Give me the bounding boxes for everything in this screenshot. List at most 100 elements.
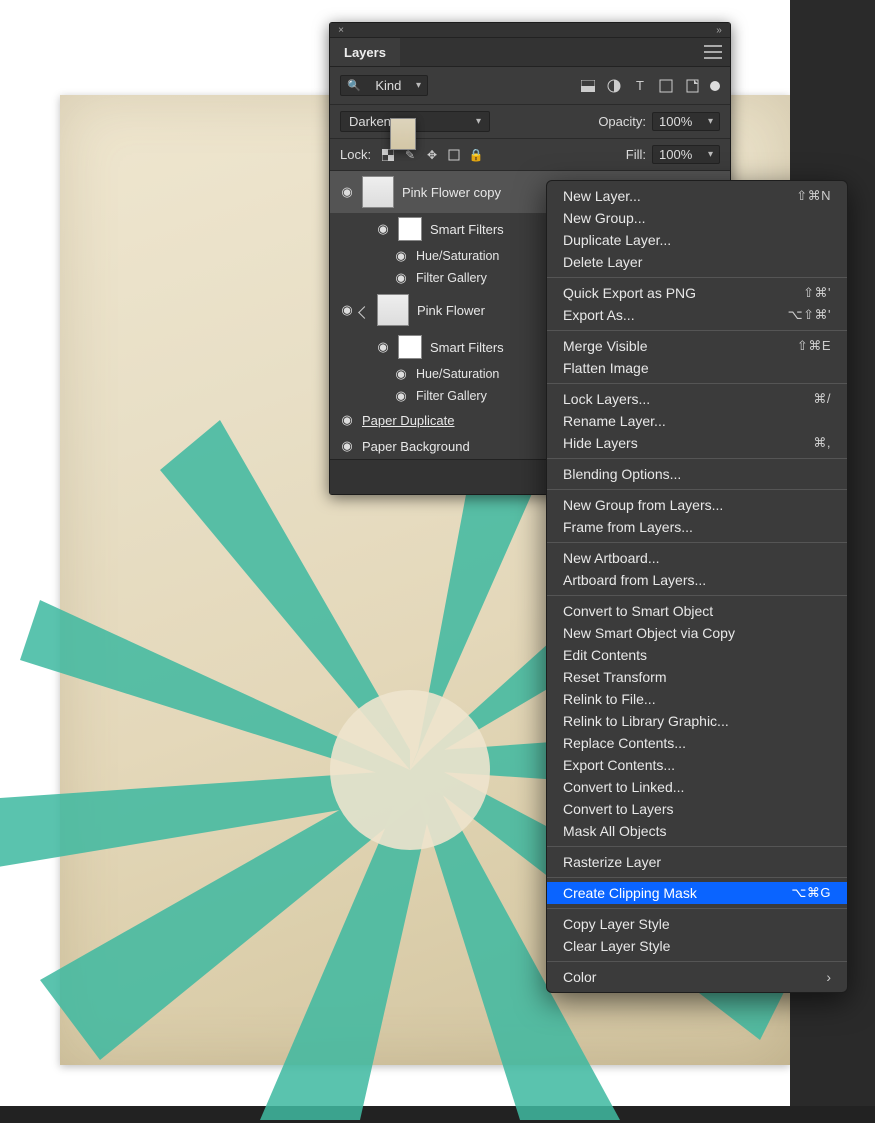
fill-label: Fill:: [626, 147, 646, 162]
fill-value: 100%: [659, 147, 692, 162]
menu-item-label: Relink to Library Graphic...: [563, 713, 729, 729]
menu-item-label: New Smart Object via Copy: [563, 625, 735, 641]
menu-item-label: New Group from Layers...: [563, 497, 723, 513]
menu-item-label: Delete Layer: [563, 254, 642, 270]
layer-name[interactable]: Pink Flower: [417, 303, 485, 318]
menu-item[interactable]: New Artboard...: [547, 547, 847, 569]
menu-item[interactable]: Relink to File...: [547, 688, 847, 710]
chevron-down-icon: ▾: [416, 80, 421, 91]
menu-item[interactable]: Copy Layer Style: [547, 913, 847, 935]
visibility-eye-icon[interactable]: ◉: [340, 438, 354, 454]
menu-item-label: Reset Transform: [563, 669, 666, 685]
menu-item[interactable]: Color›: [547, 966, 847, 988]
menu-item[interactable]: Export Contents...: [547, 754, 847, 776]
layer-thumbnail[interactable]: [362, 176, 394, 208]
layer-name[interactable]: Pink Flower copy: [402, 185, 501, 200]
layer-thumbnail[interactable]: [390, 118, 416, 150]
smart-filters-label: Smart Filters: [430, 222, 504, 237]
fill-field[interactable]: 100% ▾: [652, 145, 720, 164]
menu-item[interactable]: Mask All Objects: [547, 820, 847, 842]
menu-item[interactable]: Flatten Image: [547, 357, 847, 379]
menu-item[interactable]: Frame from Layers...: [547, 516, 847, 538]
visibility-eye-icon[interactable]: ◉: [394, 366, 408, 382]
menu-shortcut: ⇧⌘E: [797, 338, 831, 354]
collapse-panel-icon[interactable]: »: [714, 25, 724, 35]
menu-item[interactable]: New Smart Object via Copy: [547, 622, 847, 644]
filter-pixel-icon[interactable]: [580, 78, 596, 94]
menu-item-label: Replace Contents...: [563, 735, 686, 751]
menu-item[interactable]: New Group...: [547, 207, 847, 229]
panel-menu-icon[interactable]: [704, 45, 722, 59]
menu-separator: [547, 846, 847, 847]
panel-titlebar[interactable]: × »: [330, 23, 730, 38]
tab-layers[interactable]: Layers: [330, 38, 400, 66]
menu-item-label: Create Clipping Mask: [563, 885, 697, 901]
menu-item-label: Rename Layer...: [563, 413, 666, 429]
menu-item-label: Merge Visible: [563, 338, 648, 354]
menu-item[interactable]: Lock Layers...⌘/: [547, 388, 847, 410]
layer-name[interactable]: Paper Background: [362, 439, 470, 454]
filter-kind-select[interactable]: 🔍 Kind ▾: [340, 75, 428, 96]
filter-mask-thumbnail[interactable]: [398, 335, 422, 359]
menu-item[interactable]: Convert to Linked...: [547, 776, 847, 798]
menu-item[interactable]: New Group from Layers...: [547, 494, 847, 516]
menu-separator: [547, 595, 847, 596]
menu-item[interactable]: Export As...⌥⇧⌘': [547, 304, 847, 326]
menu-item-label: New Layer...: [563, 188, 641, 204]
menu-item[interactable]: Create Clipping Mask⌥⌘G: [547, 882, 847, 904]
menu-item[interactable]: New Layer...⇧⌘N: [547, 185, 847, 207]
layer-filter-row: 🔍 Kind ▾ T: [330, 67, 730, 105]
menu-item[interactable]: Rename Layer...: [547, 410, 847, 432]
layer-thumbnail[interactable]: [377, 294, 409, 326]
visibility-eye-icon[interactable]: ◉: [376, 339, 390, 355]
menu-item[interactable]: Replace Contents...: [547, 732, 847, 754]
menu-item[interactable]: Reset Transform: [547, 666, 847, 688]
menu-item[interactable]: Hide Layers⌘,: [547, 432, 847, 454]
menu-item[interactable]: Merge Visible ⇧⌘E: [547, 335, 847, 357]
menu-item-label: Convert to Smart Object: [563, 603, 713, 619]
opacity-field[interactable]: 100% ▾: [652, 112, 720, 131]
lock-all-icon[interactable]: 🔒: [469, 148, 483, 162]
filter-toggle-icon[interactable]: [710, 81, 720, 91]
search-icon: 🔍: [347, 79, 361, 92]
menu-item[interactable]: Relink to Library Graphic...: [547, 710, 847, 732]
blend-mode-value: Darken: [349, 114, 391, 129]
menu-separator: [547, 542, 847, 543]
menu-separator: [547, 961, 847, 962]
clipping-indicator-icon: [358, 306, 371, 319]
menu-item[interactable]: Rasterize Layer: [547, 851, 847, 873]
menu-item[interactable]: Convert to Layers: [547, 798, 847, 820]
menu-item-label: Edit Contents: [563, 647, 647, 663]
menu-shortcut: ⌘,: [813, 435, 831, 451]
menu-separator: [547, 489, 847, 490]
layer-name[interactable]: Paper Duplicate: [362, 413, 455, 428]
filter-type-icon[interactable]: T: [632, 78, 648, 94]
close-panel-icon[interactable]: ×: [336, 25, 346, 35]
visibility-eye-icon[interactable]: ◉: [394, 248, 408, 264]
visibility-eye-icon[interactable]: ◉: [394, 388, 408, 404]
layer-context-menu: New Layer...⇧⌘N New Group... Duplicate Lay…: [546, 180, 848, 993]
filter-smartobject-icon[interactable]: [684, 78, 700, 94]
visibility-eye-icon[interactable]: ◉: [340, 184, 354, 200]
visibility-eye-icon[interactable]: ◉: [340, 302, 354, 318]
visibility-eye-icon[interactable]: ◉: [394, 270, 408, 286]
filter-mask-thumbnail[interactable]: [398, 217, 422, 241]
lock-position-icon[interactable]: ✥: [425, 148, 439, 162]
filter-adjustment-icon[interactable]: [606, 78, 622, 94]
menu-item[interactable]: Duplicate Layer...: [547, 229, 847, 251]
lock-artboard-icon[interactable]: [447, 148, 461, 162]
menu-item[interactable]: Quick Export as PNG⇧⌘': [547, 282, 847, 304]
menu-item[interactable]: Blending Options...: [547, 463, 847, 485]
filter-kind-label: Kind: [375, 78, 401, 93]
menu-item-label: Artboard from Layers...: [563, 572, 706, 588]
menu-item[interactable]: Delete Layer: [547, 251, 847, 273]
menu-item-label: New Group...: [563, 210, 645, 226]
menu-item[interactable]: Edit Contents: [547, 644, 847, 666]
menu-separator: [547, 877, 847, 878]
filter-shape-icon[interactable]: [658, 78, 674, 94]
visibility-eye-icon[interactable]: ◉: [340, 412, 354, 428]
menu-item[interactable]: Artboard from Layers...: [547, 569, 847, 591]
visibility-eye-icon[interactable]: ◉: [376, 221, 390, 237]
menu-item[interactable]: Convert to Smart Object: [547, 600, 847, 622]
menu-item[interactable]: Clear Layer Style: [547, 935, 847, 957]
